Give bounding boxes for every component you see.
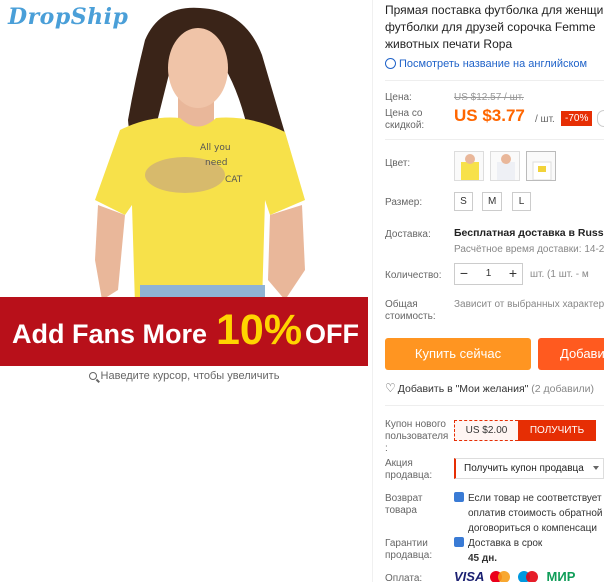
swatch-image xyxy=(532,161,552,180)
price-old: US $12.57 / шт. xyxy=(454,92,524,103)
coupon-label-2: пользователя xyxy=(385,431,449,442)
size-label: Размер: xyxy=(385,197,423,208)
product-title: Прямая поставка футболка для женщи футбо… xyxy=(385,2,604,53)
swatch-image xyxy=(461,154,479,180)
quantity-minus-button[interactable]: − xyxy=(455,264,473,284)
guarantee-text: Доставка в срок 45 дн. xyxy=(454,536,542,566)
returns-label-1: Возврат xyxy=(385,493,423,504)
color-swatch-yellow-cat[interactable] xyxy=(454,151,484,181)
add-to-cart-button[interactable]: Добави xyxy=(538,338,604,370)
guarantee-label-1: Гарантии xyxy=(385,538,428,549)
discount-price-label-2: скидкой: xyxy=(385,120,425,131)
product-info: Прямая поставка футболка для женщи футбо… xyxy=(385,0,604,582)
calendar-icon xyxy=(454,537,464,547)
discount-price-label-1: Цена со xyxy=(385,108,423,119)
total-note: Зависит от выбранных характер xyxy=(454,299,604,310)
returns-text: Если товар не соответствует оплатив стои… xyxy=(454,491,602,536)
quantity-note: шт. (1 шт. - м xyxy=(530,269,589,280)
total-label-1: Общая xyxy=(385,299,418,310)
translate-link-text: Посмотреть название на английском xyxy=(399,58,588,70)
swatch-image xyxy=(497,154,515,180)
guarantee-label-2: продавца: xyxy=(385,550,433,561)
color-label: Цвет: xyxy=(385,158,411,169)
shield-icon xyxy=(454,492,464,502)
translate-link[interactable]: Посмотреть название на английском xyxy=(385,58,587,70)
seller-promo-label-1: Акция xyxy=(385,458,413,469)
returns-line: оплатив стоимость обратной xyxy=(468,508,603,519)
divider xyxy=(385,80,604,81)
buy-now-button[interactable]: Купить сейчас xyxy=(385,338,531,370)
divider xyxy=(385,139,604,140)
returns-line: Если товар не соответствует xyxy=(468,493,602,504)
color-swatch-white-bird[interactable] xyxy=(490,151,520,181)
svg-text:All you: All you xyxy=(200,143,231,153)
coupon-label-3: : xyxy=(385,443,388,454)
divider xyxy=(385,405,604,406)
product-photo[interactable]: All you need CAT DropShip Add Fans More … xyxy=(0,0,368,366)
zoom-hint-text: Наведите курсор, чтобы увеличить xyxy=(100,370,280,382)
get-coupon-button[interactable]: ПОЛУЧИТЬ xyxy=(518,420,596,441)
color-swatch-white-print[interactable] xyxy=(526,151,556,181)
promo-percent: 10% xyxy=(216,306,303,354)
promo-banner: Add Fans More 10% OFF xyxy=(0,297,368,366)
size-option-s[interactable]: S xyxy=(454,192,473,211)
product-title-line: футболки для друзей сорочка Femme xyxy=(385,20,596,34)
payment-methods: VISA МИР xyxy=(454,570,578,582)
info-toggle[interactable] xyxy=(597,110,604,127)
seller-promo-label-2: продавца: xyxy=(385,470,433,481)
discount-badge: -70% xyxy=(561,111,593,126)
visa-icon: VISA xyxy=(454,569,485,582)
promo-suffix: OFF xyxy=(305,319,359,349)
quantity-plus-button[interactable]: + xyxy=(504,264,522,284)
quantity-stepper: − 1 + xyxy=(454,263,523,285)
seller-coupon-select-text: Получить купон продавца xyxy=(464,463,584,474)
svg-text:need: need xyxy=(205,158,228,168)
coupon-value: US $2.00 xyxy=(454,420,518,441)
shipping-label: Доставка: xyxy=(385,229,431,240)
quantity-input[interactable]: 1 xyxy=(473,264,504,284)
heart-icon: ♡ xyxy=(385,381,396,395)
wishlist-label: Добавить в "Мои желания" xyxy=(397,383,529,395)
price-label: Цена: xyxy=(385,92,412,103)
zoom-hint: Наведите курсор, чтобы увеличить xyxy=(0,370,368,382)
total-label-2: стоимость: xyxy=(385,311,436,322)
size-option-m[interactable]: M xyxy=(482,192,503,211)
brand-logo: DropShip xyxy=(8,4,129,30)
product-title-line: Прямая поставка футболка для женщи xyxy=(385,3,604,17)
shipping-title[interactable]: Бесплатная доставка в Russian xyxy=(454,227,604,239)
returns-label-2: товара xyxy=(385,505,417,516)
maestro-icon xyxy=(518,570,540,582)
mastercard-icon xyxy=(490,570,512,582)
returns-line: договориться о компенсаци xyxy=(468,523,597,534)
add-to-wishlist[interactable]: ♡ Добавить в "Мои желания" (2 добавили) xyxy=(385,381,594,395)
payment-label: Оплата: xyxy=(385,573,423,582)
chevron-down-icon xyxy=(593,466,599,470)
promo-text: Add Fans More xyxy=(12,319,208,349)
coupon-label-1: Купон нового xyxy=(385,419,446,430)
product-gallery: All you need CAT DropShip Add Fans More … xyxy=(0,0,372,582)
shipping-time: Расчётное время доставки: 14-2 xyxy=(454,244,604,255)
translate-icon xyxy=(385,58,396,69)
magnifier-icon xyxy=(88,372,97,380)
column-divider xyxy=(372,0,373,582)
size-option-l[interactable]: L xyxy=(512,192,531,211)
mir-icon: МИР xyxy=(546,569,576,582)
guarantee-line: Доставка в срок xyxy=(468,538,543,549)
quantity-label: Количество: xyxy=(385,270,442,281)
svg-text:CAT: CAT xyxy=(225,175,243,185)
seller-coupon-select[interactable]: Получить купон продавца xyxy=(454,458,604,479)
price-new: US $3.77 xyxy=(454,106,525,125)
price-unit: / шт. xyxy=(535,114,555,125)
guarantee-days: 45 дн. xyxy=(468,553,498,564)
product-title-line: животных печати Ropa xyxy=(385,37,513,51)
wishlist-count: (2 добавили) xyxy=(531,383,595,395)
